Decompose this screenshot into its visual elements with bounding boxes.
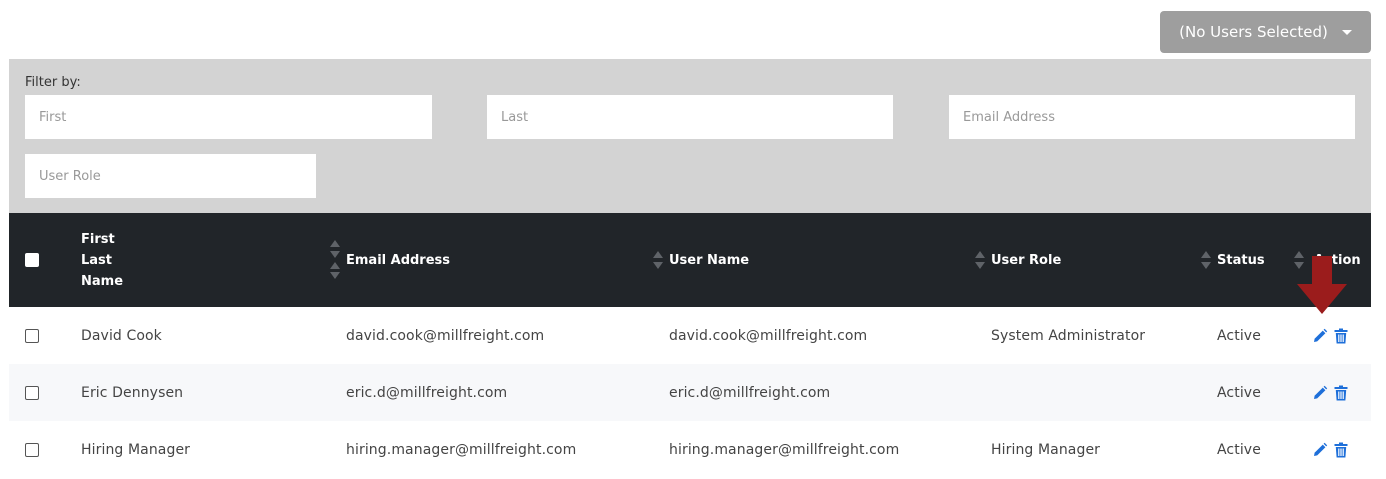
pencil-icon[interactable] — [1312, 442, 1328, 458]
table-row: Hiring Manager hiring.manager@millfreigh… — [9, 421, 1371, 478]
action-icons — [1300, 385, 1371, 401]
cell-name: Hiring Manager — [81, 441, 191, 458]
header-name[interactable]: First Last Name — [67, 213, 346, 307]
cell-action — [1300, 364, 1371, 421]
header-status[interactable]: Status — [1217, 213, 1304, 307]
filter-label: Filter by: — [25, 75, 81, 90]
sort-icon[interactable] — [1201, 250, 1211, 270]
row-checkbox[interactable] — [25, 442, 39, 457]
cell-role: Hiring Manager — [991, 441, 1101, 458]
trash-icon[interactable] — [1334, 442, 1348, 458]
action-icons — [1300, 328, 1371, 344]
trash-icon[interactable] — [1334, 328, 1348, 344]
header-name-name: Name — [81, 273, 124, 289]
cell-username: hiring.manager@millfreight.com — [669, 441, 900, 458]
filter-panel: Filter by: — [9, 59, 1371, 213]
cell-email: hiring.manager@millfreight.com — [346, 441, 577, 458]
cell-action — [1300, 307, 1371, 364]
cell-status: Active — [1217, 441, 1261, 458]
select-all-checkbox[interactable] — [25, 253, 39, 267]
cell-status: Active — [1217, 384, 1261, 401]
filter-first-input[interactable] — [25, 95, 432, 139]
cell-action — [1300, 421, 1371, 478]
cell-email: david.cook@millfreight.com — [346, 327, 545, 344]
cell-username: eric.d@millfreight.com — [669, 384, 831, 401]
cell-username: david.cook@millfreight.com — [669, 327, 868, 344]
cell-name: David Cook — [81, 327, 162, 344]
cell-email: eric.d@millfreight.com — [346, 384, 508, 401]
row-checkbox[interactable] — [25, 328, 39, 343]
header-username-label: User Name — [669, 252, 750, 268]
table-header-row: First Last Name Email Address User Name … — [9, 213, 1371, 307]
sort-icon[interactable] — [975, 250, 985, 270]
row-select-cell — [9, 307, 67, 364]
filter-email-input[interactable] — [949, 95, 1355, 139]
bulk-action-dropdown[interactable]: (No Users Selected) — [1160, 11, 1371, 53]
filter-last-input[interactable] — [487, 95, 893, 139]
row-checkbox[interactable] — [25, 385, 39, 400]
filter-role-input[interactable] — [25, 154, 316, 198]
cell-status: Active — [1217, 327, 1261, 344]
header-email-label: Email Address — [346, 252, 451, 268]
header-role-label: User Role — [991, 252, 1062, 268]
cell-role — [991, 364, 1217, 421]
row-select-cell — [9, 421, 67, 478]
cell-name: Eric Dennysen — [81, 384, 184, 401]
action-icons — [1300, 442, 1371, 458]
annotation-arrow-down-icon — [1297, 256, 1347, 314]
trash-icon[interactable] — [1334, 385, 1348, 401]
users-table: First Last Name Email Address User Name … — [9, 213, 1371, 478]
header-select-all — [9, 213, 67, 307]
sort-icon[interactable] — [330, 240, 340, 280]
cell-role: System Administrator — [991, 327, 1146, 344]
header-email[interactable]: Email Address — [346, 213, 669, 307]
header-name-last: Last — [81, 252, 113, 268]
caret-down-icon — [1341, 29, 1352, 35]
sort-icon[interactable] — [653, 250, 663, 270]
header-status-label: Status — [1217, 252, 1265, 268]
header-name-first: First — [81, 231, 115, 247]
pencil-icon[interactable] — [1312, 328, 1328, 344]
table-row: David Cook david.cook@millfreight.com da… — [9, 307, 1371, 364]
header-username[interactable]: User Name — [669, 213, 991, 307]
table-row: Eric Dennysen eric.d@millfreight.com eri… — [9, 364, 1371, 421]
bulk-action-label: (No Users Selected) — [1179, 23, 1328, 41]
header-role[interactable]: User Role — [991, 213, 1217, 307]
pencil-icon[interactable] — [1312, 385, 1328, 401]
row-select-cell — [9, 364, 67, 421]
